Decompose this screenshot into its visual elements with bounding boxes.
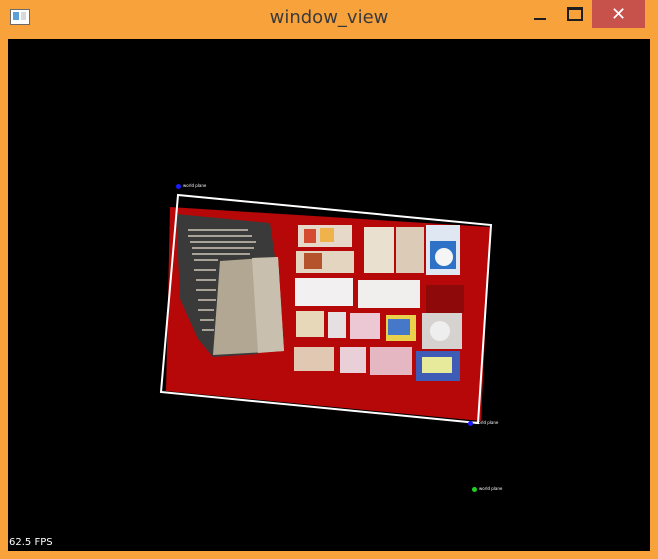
- world-plane-label: world plane: [475, 420, 499, 425]
- minimize-button[interactable]: [520, 0, 560, 28]
- product-pack: [295, 278, 353, 306]
- product-pack-print: [304, 253, 322, 269]
- fps-counter: 62.5 FPS: [9, 537, 53, 548]
- world-plane-marker: [472, 487, 477, 492]
- pointcloud-render: [159, 193, 493, 425]
- product-pack-print: [320, 228, 334, 242]
- product-pack: [364, 227, 394, 273]
- world-plane-label: world plane: [479, 486, 503, 491]
- world-plane-marker: [468, 421, 473, 426]
- maximize-icon: [567, 7, 583, 21]
- close-button[interactable]: ✕: [592, 0, 645, 28]
- product-pack: [396, 227, 424, 273]
- title-bar[interactable]: window_view ✕: [0, 0, 658, 36]
- product-pack: [294, 347, 334, 371]
- world-plane-marker: [176, 184, 181, 189]
- product-pack: [350, 313, 380, 339]
- product-pack: [328, 312, 346, 338]
- 3d-viewport[interactable]: world plane world plane world plane 62.5…: [8, 39, 650, 551]
- close-icon: ✕: [610, 3, 627, 25]
- product-pack-print: [388, 319, 410, 335]
- product-pack-print: [435, 248, 453, 266]
- app-window: window_view ✕ world plane world plane wo…: [0, 0, 658, 559]
- product-pack: [370, 347, 412, 375]
- world-plane-label: world plane: [183, 183, 207, 188]
- product-pack: [296, 311, 324, 337]
- product-pack-print: [422, 357, 452, 373]
- product-pack: [426, 285, 464, 313]
- product-pack: [358, 280, 420, 308]
- product-pack-print: [430, 321, 450, 341]
- product-pack: [340, 347, 366, 373]
- maximize-button[interactable]: [555, 0, 595, 28]
- minimize-icon: [534, 18, 546, 20]
- product-pack-print: [304, 229, 316, 243]
